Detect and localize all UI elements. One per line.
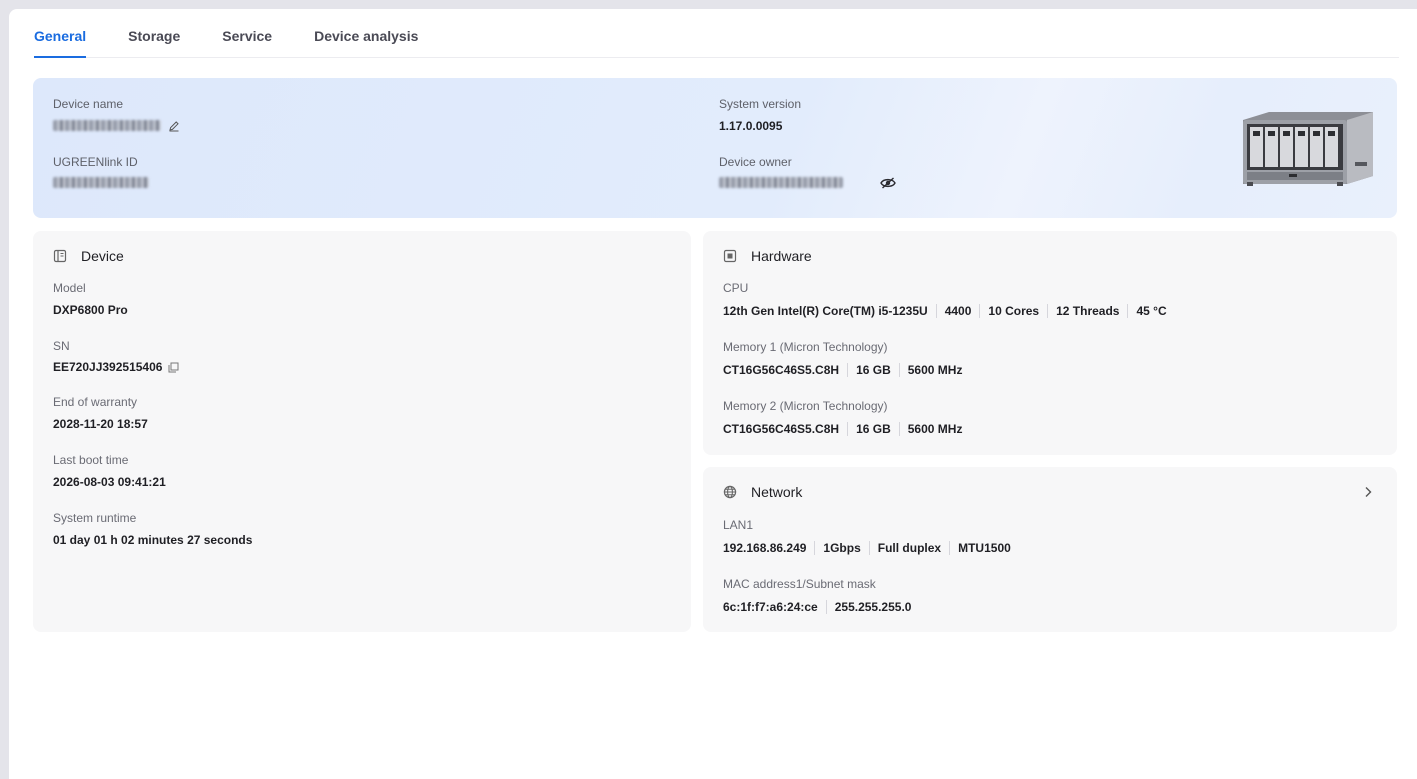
boot-value: 2026-08-03 09:41:21 [53, 475, 166, 489]
device-card: Device Model DXP6800 Pro SN EE720JJ39251… [33, 231, 691, 632]
subnet-mask: 255.255.255.0 [818, 600, 912, 614]
device-summary-banner: Device name UGREENlink ID System version… [33, 78, 1397, 218]
cpu-model: 12th Gen Intel(R) Core(TM) i5-1235U [723, 304, 928, 318]
cpu-threads: 12 Threads [1039, 304, 1119, 318]
network-card[interactable]: Network LAN1 192.168.86.249 1Gbps Full d… [703, 467, 1397, 632]
memory2-model: CT16G56C46S5.C8H [723, 422, 840, 436]
window: General Storage Service Device analysis … [9, 9, 1417, 779]
device-owner-redacted [719, 177, 843, 188]
sn-label: SN [53, 339, 70, 353]
cpu-value: 12th Gen Intel(R) Core(TM) i5-1235U 4400… [723, 304, 1167, 318]
nas-device-image [1243, 112, 1373, 186]
mac-value: 6c:1f:f7:a6:24:ce 255.255.255.0 [723, 600, 911, 614]
ugreenlink-id-redacted [53, 177, 149, 188]
hide-password-icon[interactable] [879, 176, 897, 190]
memory2-label: Memory 2 (Micron Technology) [723, 399, 888, 413]
cpu-label: CPU [723, 281, 749, 295]
device-name-label: Device name [53, 97, 124, 111]
tab-storage[interactable]: Storage [128, 8, 180, 57]
copy-icon[interactable] [168, 362, 179, 373]
cpu-temperature: 45 °C [1119, 304, 1166, 318]
tab-service[interactable]: Service [222, 8, 272, 57]
memory2-value: CT16G56C46S5.C8H 16 GB 5600 MHz [723, 422, 962, 436]
sn-value: EE720JJ392515406 [53, 360, 179, 374]
sn-text: EE720JJ392515406 [53, 360, 163, 374]
ugreenlink-id-label: UGREENlink ID [53, 155, 138, 169]
runtime-value: 01 day 01 h 02 minutes 27 seconds [53, 533, 253, 547]
network-title-text: Network [751, 484, 803, 500]
tab-general[interactable]: General [34, 8, 87, 58]
model-label: Model [53, 281, 86, 295]
cpu-frequency: 4400 [928, 304, 972, 318]
memory1-label: Memory 1 (Micron Technology) [723, 340, 888, 354]
system-version-value: 1.17.0.0095 [719, 119, 783, 133]
lan1-value: 192.168.86.249 1Gbps Full duplex MTU1500 [723, 541, 1011, 555]
ugreenlink-id-value [53, 177, 149, 191]
mac-address: 6c:1f:f7:a6:24:ce [723, 600, 818, 614]
lan1-ip: 192.168.86.249 [723, 541, 807, 555]
cpu-cores: 10 Cores [971, 304, 1039, 318]
lan1-label: LAN1 [723, 518, 754, 532]
device-name-redacted [53, 120, 161, 131]
runtime-label: System runtime [53, 511, 137, 525]
memory1-speed: 5600 MHz [891, 363, 963, 377]
tab-bar: General Storage Service Device analysis [34, 9, 1399, 58]
boot-label: Last boot time [53, 453, 129, 467]
device-owner-label: Device owner [719, 155, 792, 169]
memory1-value: CT16G56C46S5.C8H 16 GB 5600 MHz [723, 363, 962, 377]
mac-label: MAC address1/Subnet mask [723, 577, 876, 591]
device-owner-value [719, 177, 843, 188]
memory1-model: CT16G56C46S5.C8H [723, 363, 840, 377]
device-icon [53, 249, 67, 263]
tab-device-analysis[interactable]: Device analysis [314, 8, 418, 57]
lan1-mtu: MTU1500 [941, 541, 1011, 555]
system-version-label: System version [719, 97, 802, 111]
hardware-title-text: Hardware [751, 248, 812, 264]
memory1-size: 16 GB [839, 363, 891, 377]
warranty-value: 2028-11-20 18:57 [53, 417, 148, 431]
lan1-duplex: Full duplex [861, 541, 941, 555]
edit-icon[interactable] [167, 119, 180, 132]
device-name-value [53, 119, 180, 132]
network-card-title: Network [723, 484, 802, 500]
chip-icon [723, 249, 737, 263]
memory2-size: 16 GB [839, 422, 891, 436]
model-value: DXP6800 Pro [53, 303, 128, 317]
device-card-title: Device [53, 248, 124, 264]
warranty-label: End of warranty [53, 395, 138, 409]
hardware-card: Hardware CPU 12th Gen Intel(R) Core(TM) … [703, 231, 1397, 455]
memory2-speed: 5600 MHz [891, 422, 963, 436]
device-title-text: Device [81, 248, 124, 264]
chevron-right-icon[interactable] [1361, 485, 1375, 499]
globe-icon [723, 485, 737, 499]
lan1-speed: 1Gbps [806, 541, 860, 555]
hardware-card-title: Hardware [723, 248, 812, 264]
